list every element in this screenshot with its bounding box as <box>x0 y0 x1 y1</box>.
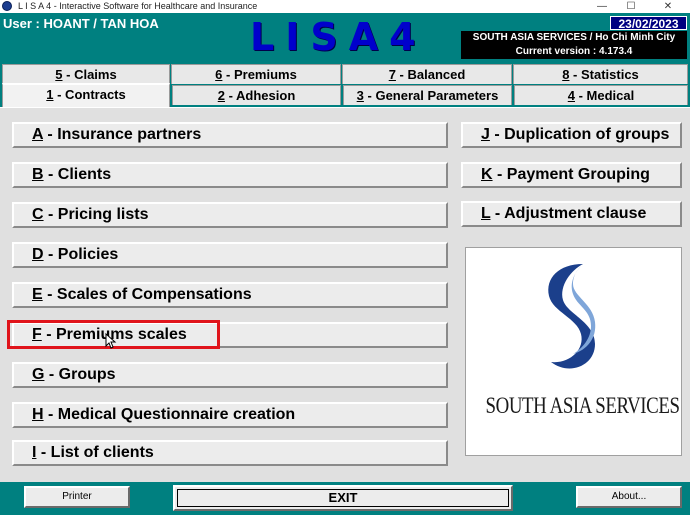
window-title: L I S A 4 - Interactive Software for Hea… <box>18 1 258 11</box>
tab-contracts[interactable]: 1 - Contracts <box>2 83 170 107</box>
list-of-clients-button[interactable]: I - List of clients <box>12 440 448 466</box>
version-label: Current version : 4.173.4 <box>461 45 687 59</box>
duplication-of-groups-button[interactable]: J - Duplication of groups <box>461 122 682 148</box>
tab-premiums[interactable]: 6 - Premiums <box>171 64 341 84</box>
minimize-icon[interactable]: — <box>588 0 616 13</box>
tab-medical[interactable]: 4 - Medical <box>514 85 688 105</box>
scales-of-compensations-button[interactable]: E - Scales of Compensations <box>12 282 448 308</box>
company-name-caption: SOUTH ASIA SERVICES <box>485 393 680 418</box>
tab-claims[interactable]: 5 - Claims <box>2 64 170 84</box>
app-icon <box>2 1 12 11</box>
date-display: 23/02/2023 <box>610 16 687 31</box>
tab-balanced[interactable]: 7 - Balanced <box>342 64 512 84</box>
maximize-icon[interactable]: ☐ <box>617 0 645 13</box>
title-bar: L I S A 4 - Interactive Software for Hea… <box>0 0 690 13</box>
app-header: User : HOANT / TAN HOA LISA4 23/02/2023 … <box>0 13 690 61</box>
adjustment-clause-button[interactable]: L - Adjustment clause <box>461 201 682 227</box>
user-label: User : HOANT / TAN HOA <box>3 16 159 31</box>
sas-logo-icon <box>548 264 596 369</box>
company-location: SOUTH ASIA SERVICES / Ho Chi Minh City <box>461 31 687 45</box>
pricing-lists-button[interactable]: C - Pricing lists <box>12 202 448 228</box>
clients-button[interactable]: B - Clients <box>12 162 448 188</box>
module-tabs: 5 - Claims 6 - Premiums 7 - Balanced 8 -… <box>0 63 690 107</box>
groups-button[interactable]: G - Groups <box>12 362 448 388</box>
close-icon[interactable]: ✕ <box>654 0 682 13</box>
bottom-bar: Printer EXIT About... <box>0 482 690 515</box>
about-button[interactable]: About... <box>576 486 682 508</box>
printer-button[interactable]: Printer <box>24 486 130 508</box>
insurance-partners-button[interactable]: A - Insurance partners <box>12 122 448 148</box>
lisa4-logo: LISA4 <box>250 15 427 59</box>
medical-questionnaire-creation-button[interactable]: H - Medical Questionnaire creation <box>12 402 448 428</box>
mouse-cursor-icon <box>105 333 117 349</box>
tab-general-parameters[interactable]: 3 - General Parameters <box>343 85 512 105</box>
policies-button[interactable]: D - Policies <box>12 242 448 268</box>
company-logo-panel: SOUTH ASIA SERVICES <box>465 247 682 456</box>
tab-statistics[interactable]: 8 - Statistics <box>513 64 688 84</box>
tab-adhesion[interactable]: 2 - Adhesion <box>172 85 341 105</box>
contracts-panel: A - Insurance partners B - Clients C - P… <box>0 107 690 483</box>
payment-grouping-button[interactable]: K - Payment Grouping <box>461 162 682 188</box>
exit-button[interactable]: EXIT <box>173 485 513 511</box>
